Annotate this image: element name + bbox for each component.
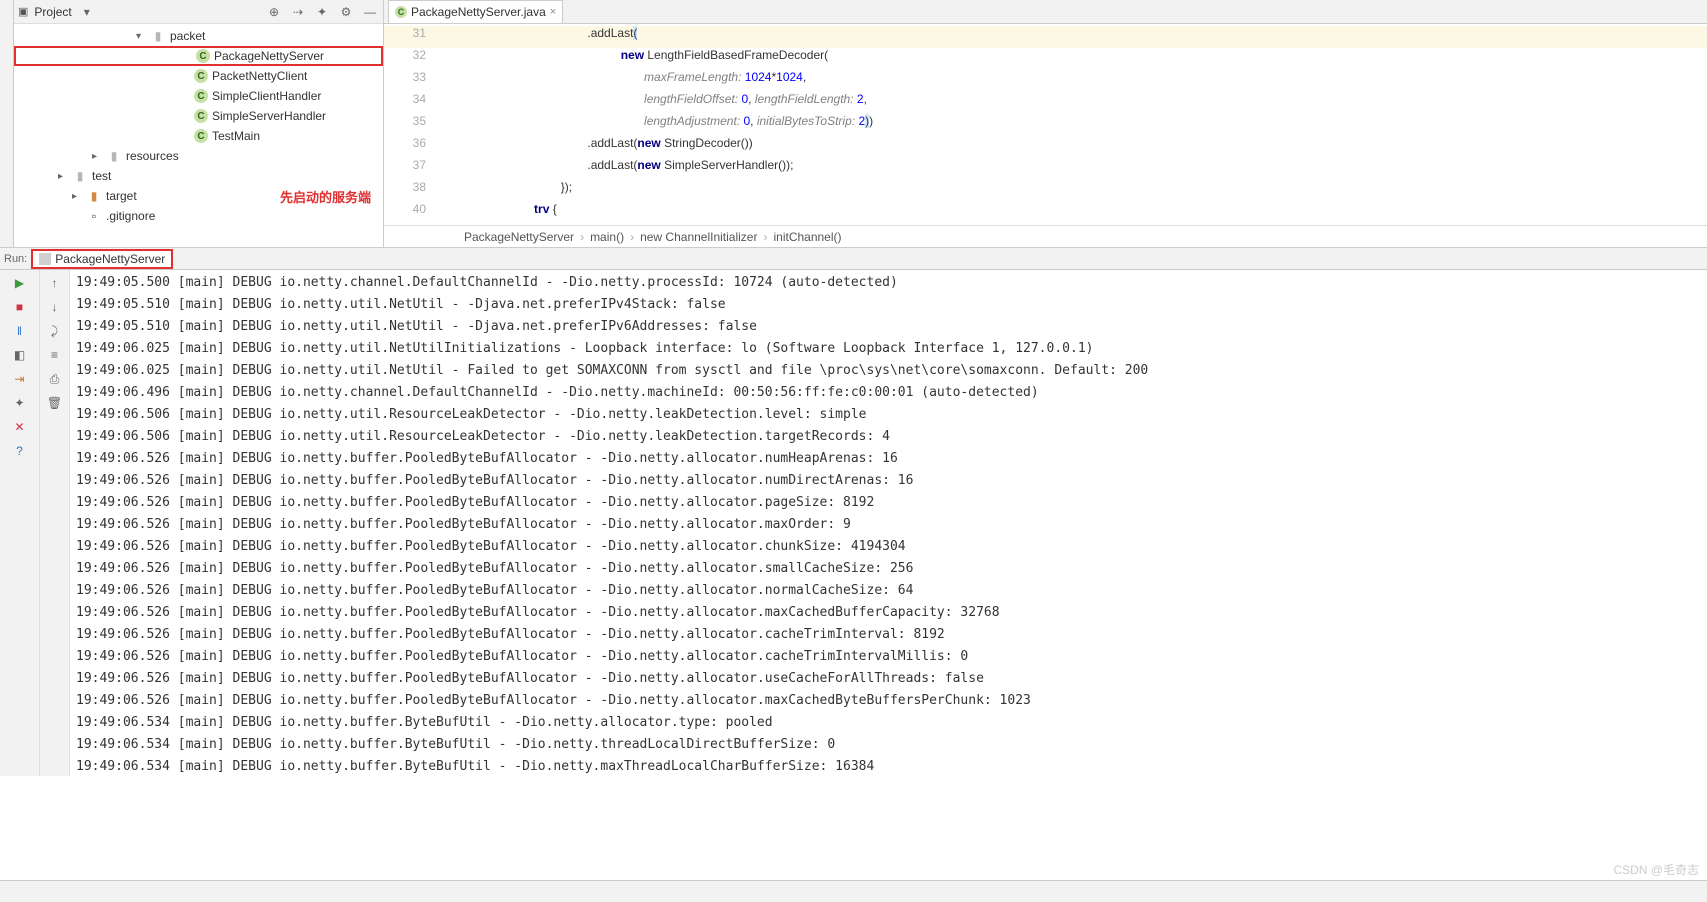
tree-item-label: resources — [126, 149, 179, 163]
project-tree[interactable]: ▾▮packetCPackageNettyServerCPacketNettyC… — [14, 24, 383, 247]
exit-icon[interactable]: ⇥ — [11, 370, 29, 388]
folder-icon: ▮ — [150, 28, 166, 44]
chevron-right-icon: › — [580, 230, 584, 244]
target-icon[interactable]: ✦ — [313, 3, 331, 21]
help-icon[interactable]: ? — [11, 442, 29, 460]
tab-title: PackageNettyServer.java — [411, 5, 546, 19]
run-config-icon — [39, 253, 51, 265]
breadcrumb-item[interactable]: initChannel() — [773, 230, 841, 244]
tree-item-PackageNettyServer[interactable]: C PackageNettyServer — [14, 46, 383, 66]
collapse-icon[interactable]: ⇢ — [289, 3, 307, 21]
wrap-icon[interactable]: ⤸ — [46, 322, 64, 340]
breadcrumb-item[interactable]: new ChannelInitializer — [640, 230, 757, 244]
class-icon: C — [196, 49, 210, 63]
tree-item-PacketNettyClient[interactable]: C PacketNettyClient — [14, 66, 383, 86]
project-header: ▣ Project ▾ ⊕ ⇢ ✦ ⚙ — — [14, 0, 383, 24]
editor-body[interactable]: 313233343536373840 .addLast( new LengthF… — [384, 24, 1707, 225]
editor-tab-active[interactable]: C PackageNettyServer.java × — [388, 0, 563, 23]
folder-icon: ▮ — [72, 168, 88, 184]
class-icon: C — [194, 89, 208, 103]
chevron-right-icon: › — [763, 230, 767, 244]
project-title: Project — [34, 5, 71, 19]
trash-icon[interactable]: 🗑 — [46, 394, 64, 412]
tree-item-test[interactable]: ▸▮ test — [14, 166, 383, 186]
up-icon[interactable]: ↑ — [46, 274, 64, 292]
class-icon: C — [395, 6, 407, 18]
class-icon: C — [194, 129, 208, 143]
stop-icon[interactable]: ■ — [11, 298, 29, 316]
run-config-name: PackageNettyServer — [55, 252, 165, 266]
breadcrumb-item[interactable]: main() — [590, 230, 624, 244]
tree-item-TestMain[interactable]: C TestMain — [14, 126, 383, 146]
tree-item-packet[interactable]: ▾▮ packet — [14, 26, 383, 46]
tree-item-label: target — [106, 189, 137, 203]
project-icon: ▣ — [18, 5, 28, 18]
run-tab-bar: Run: PackageNettyServer — [0, 248, 1707, 270]
camera-icon[interactable]: ◧ — [11, 346, 29, 364]
status-bar — [0, 880, 1707, 902]
run-label: Run: — [4, 253, 27, 265]
left-gutter — [0, 0, 14, 247]
chevron-icon: ▸ — [58, 171, 72, 182]
close-icon[interactable]: × — [550, 6, 556, 18]
dropdown-icon[interactable]: ▾ — [78, 3, 96, 21]
breadcrumb[interactable]: PackageNettyServer › main() › new ChannelIni… — [384, 225, 1707, 247]
rerun-icon[interactable]: ▶ — [11, 274, 29, 292]
print-icon[interactable]: ⎙ — [46, 370, 64, 388]
tree-item-target[interactable]: ▸▮ target 先启动的服务端 — [14, 186, 383, 206]
tree-item-label: test — [92, 169, 111, 183]
annotation-text: 先启动的服务端 — [280, 187, 371, 206]
editor-area: C PackageNettyServer.java × 313233343536… — [384, 0, 1707, 247]
pin-icon[interactable]: ✦ — [11, 394, 29, 412]
tree-item-.gitignore[interactable]: ▫ .gitignore — [14, 206, 383, 226]
folder-icon: ▮ — [86, 188, 102, 204]
console-toolbar-left: ▶ ■ ‖ ◧ ⇥ ✦ ✕ ? — [0, 270, 40, 776]
editor-tabs: C PackageNettyServer.java × — [384, 0, 1707, 24]
project-panel: ▣ Project ▾ ⊕ ⇢ ✦ ⚙ — ▾▮packetCPackageNe… — [14, 0, 384, 247]
close-run-icon[interactable]: ✕ — [11, 418, 29, 436]
file-icon: ▫ — [86, 208, 102, 224]
class-icon: C — [194, 69, 208, 83]
tree-item-SimpleServerHandler[interactable]: C SimpleServerHandler — [14, 106, 383, 126]
down-icon[interactable]: ↓ — [46, 298, 64, 316]
chevron-icon: ▸ — [72, 191, 86, 202]
chevron-right-icon: › — [630, 230, 634, 244]
sync-icon[interactable]: ⊕ — [265, 3, 283, 21]
pause-icon[interactable]: ‖ — [11, 322, 29, 340]
console-toolbar-right: ↑ ↓ ⤸ ≡ ⎙ 🗑 — [40, 270, 70, 776]
watermark: CSDN @毛奇志 — [1613, 861, 1699, 878]
tree-item-label: SimpleClientHandler — [212, 89, 321, 103]
tree-item-label: PackageNettyServer — [214, 49, 324, 63]
folder-icon: ▮ — [106, 148, 122, 164]
tree-item-label: packet — [170, 29, 205, 43]
console-output[interactable]: 19:49:05.500 [main] DEBUG io.netty.chann… — [70, 270, 1707, 776]
run-config-tab[interactable]: PackageNettyServer — [31, 249, 173, 269]
gear-icon[interactable]: ⚙ — [337, 3, 355, 21]
breadcrumb-item[interactable]: PackageNettyServer — [464, 230, 574, 244]
tree-item-label: TestMain — [212, 129, 260, 143]
tree-item-SimpleClientHandler[interactable]: C SimpleClientHandler — [14, 86, 383, 106]
tree-item-resources[interactable]: ▸▮ resources — [14, 146, 383, 166]
line-gutter: 313233343536373840 — [384, 24, 434, 225]
tree-item-label: SimpleServerHandler — [212, 109, 326, 123]
chevron-icon: ▾ — [136, 31, 150, 42]
code-content[interactable]: .addLast( new LengthFieldBasedFrameDecod… — [434, 24, 1707, 225]
class-icon: C — [194, 109, 208, 123]
minimize-icon[interactable]: — — [361, 3, 379, 21]
tree-item-label: .gitignore — [106, 209, 155, 223]
tree-item-label: PacketNettyClient — [212, 69, 307, 83]
scroll-icon[interactable]: ≡ — [46, 346, 64, 364]
console-area: ▶ ■ ‖ ◧ ⇥ ✦ ✕ ? ↑ ↓ ⤸ ≡ ⎙ 🗑 19:49:05.500… — [0, 270, 1707, 776]
chevron-icon: ▸ — [92, 151, 106, 162]
